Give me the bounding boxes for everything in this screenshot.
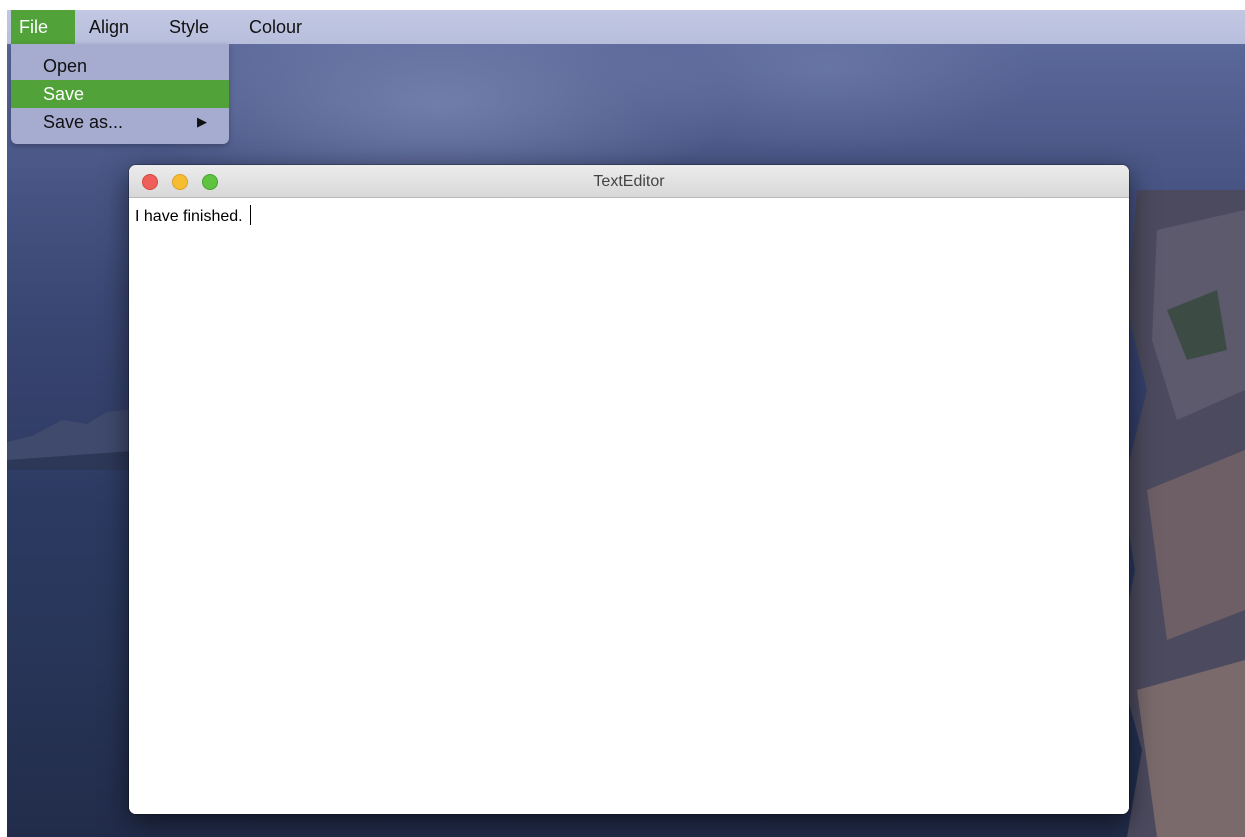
menu-file[interactable]: File bbox=[11, 10, 75, 44]
editor-text: I have finished. bbox=[135, 208, 248, 225]
distant-island-shape bbox=[7, 408, 147, 470]
window-title: TextEditor bbox=[593, 173, 665, 190]
menu-item-save-as[interactable]: Save as... ▶ bbox=[11, 108, 229, 136]
text-caret bbox=[250, 205, 252, 225]
menu-item-save[interactable]: Save bbox=[11, 80, 229, 108]
file-dropdown-menu: Open Save Save as... ▶ bbox=[11, 44, 229, 144]
text-editor-area[interactable]: I have finished. bbox=[129, 198, 1129, 814]
menu-style[interactable]: Style bbox=[161, 10, 217, 44]
menu-item-save-as-label: Save as... bbox=[43, 112, 124, 132]
menu-item-open-label: Open bbox=[43, 56, 88, 76]
desktop-background: File Align Style Colour Open Save Save a… bbox=[7, 10, 1245, 837]
editor-content[interactable]: I have finished. bbox=[135, 205, 252, 229]
text-editor-window: TextEditor I have finished. bbox=[129, 165, 1129, 814]
menu-colour[interactable]: Colour bbox=[241, 10, 310, 44]
menu-bar: File Align Style Colour bbox=[7, 10, 1245, 44]
menu-item-open[interactable]: Open bbox=[11, 52, 229, 80]
menu-align[interactable]: Align bbox=[81, 10, 137, 44]
minimize-icon[interactable] bbox=[172, 174, 188, 190]
maximize-icon[interactable] bbox=[202, 174, 218, 190]
window-titlebar[interactable]: TextEditor bbox=[129, 165, 1129, 198]
close-icon[interactable] bbox=[142, 174, 158, 190]
submenu-arrow-icon: ▶ bbox=[197, 114, 207, 129]
menu-item-save-label: Save bbox=[43, 84, 85, 104]
